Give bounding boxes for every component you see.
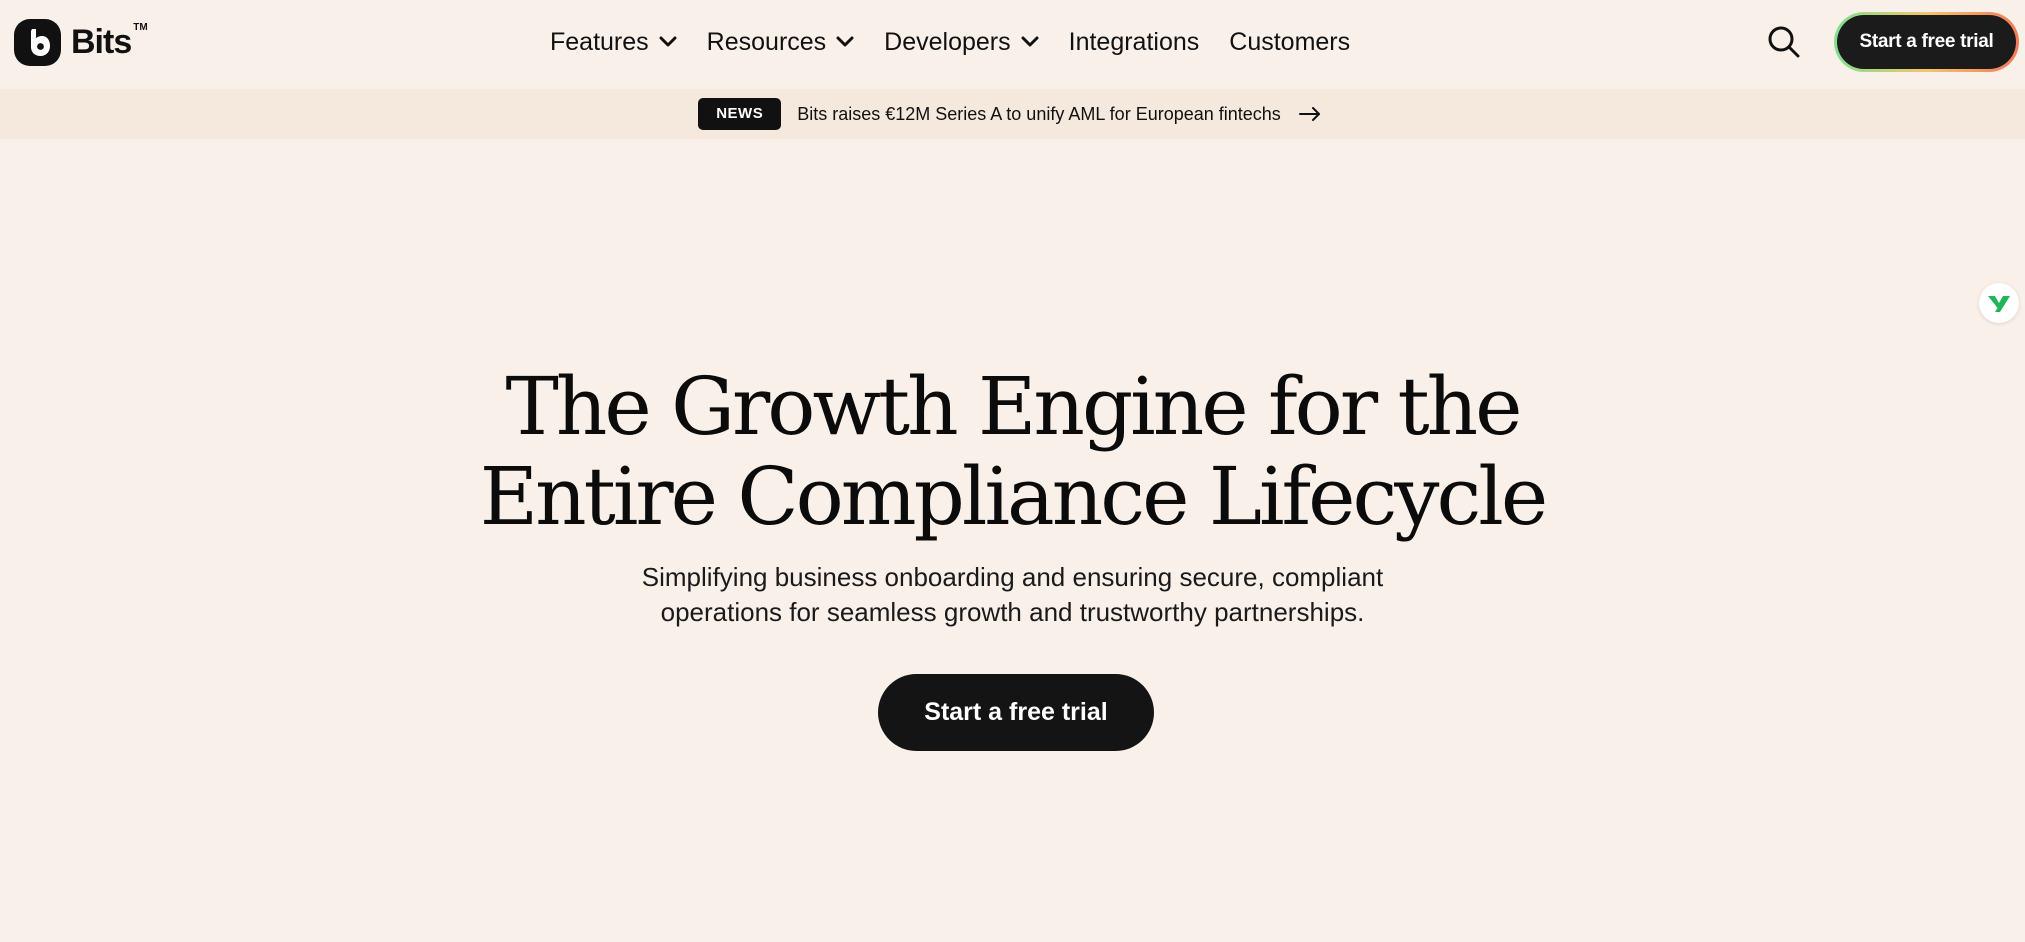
chat-widget-button[interactable]: [1979, 283, 2019, 323]
hero-subtitle-line: Simplifying business onboarding and ensu…: [641, 562, 1384, 592]
hero-title: The Growth Engine for the Entire Complia…: [0, 362, 2025, 542]
page: Bits TM Features Resources Developers In…: [0, 0, 2025, 942]
nav-item-label: Customers: [1229, 27, 1351, 56]
news-badge: NEWS: [698, 98, 782, 130]
nav-item-resources[interactable]: Resources: [707, 28, 855, 57]
chevron-down-icon: [659, 36, 677, 47]
main-nav: Features Resources Developers Integratio…: [550, 0, 1380, 84]
site-header: Bits TM Features Resources Developers In…: [0, 0, 2025, 89]
hero-title-line: The Growth Engine for the: [505, 360, 1522, 453]
nav-item-integrations[interactable]: Integrations: [1069, 28, 1200, 57]
trademark-mark: TM: [133, 22, 148, 33]
nav-item-label: Developers: [884, 27, 1011, 56]
bits-logo-icon: [14, 18, 61, 66]
start-free-trial-hero-button[interactable]: Start a free trial: [878, 674, 1154, 751]
news-banner: NEWS Bits raises €12M Series A to unify …: [0, 89, 2025, 139]
nav-item-developers[interactable]: Developers: [884, 27, 1039, 57]
nav-item-label: Features: [550, 27, 649, 56]
nav-item-label: Resources: [706, 27, 827, 56]
nav-item-label: Integrations: [1068, 27, 1200, 56]
brand-name: Bits: [71, 23, 132, 61]
nav-item-features[interactable]: Features: [550, 28, 677, 57]
nav-item-customers[interactable]: Customers: [1229, 28, 1350, 57]
chevron-down-icon: [836, 36, 854, 47]
arrow-right-icon: [1298, 107, 1320, 121]
search-icon: [1768, 26, 1800, 58]
header-cta-border: Start a free trial: [1834, 12, 2019, 72]
chat-widget-icon: [1988, 296, 2010, 312]
news-link[interactable]: NEWS Bits raises €12M Series A to unify …: [698, 98, 1321, 130]
hero-subtitle-line: operations for seamless growth and trust…: [660, 597, 1365, 627]
hero-subtitle: Simplifying business onboarding and ensu…: [0, 560, 2025, 630]
hero-title-line: Entire Compliance Lifecycle: [479, 450, 1548, 543]
search-button[interactable]: [1766, 24, 1802, 60]
news-text: Bits raises €12M Series A to unify AML f…: [797, 103, 1281, 124]
brand-logo[interactable]: Bits TM: [14, 18, 148, 66]
chevron-down-icon: [1021, 36, 1039, 47]
start-free-trial-header-button[interactable]: Start a free trial: [1837, 15, 2016, 69]
